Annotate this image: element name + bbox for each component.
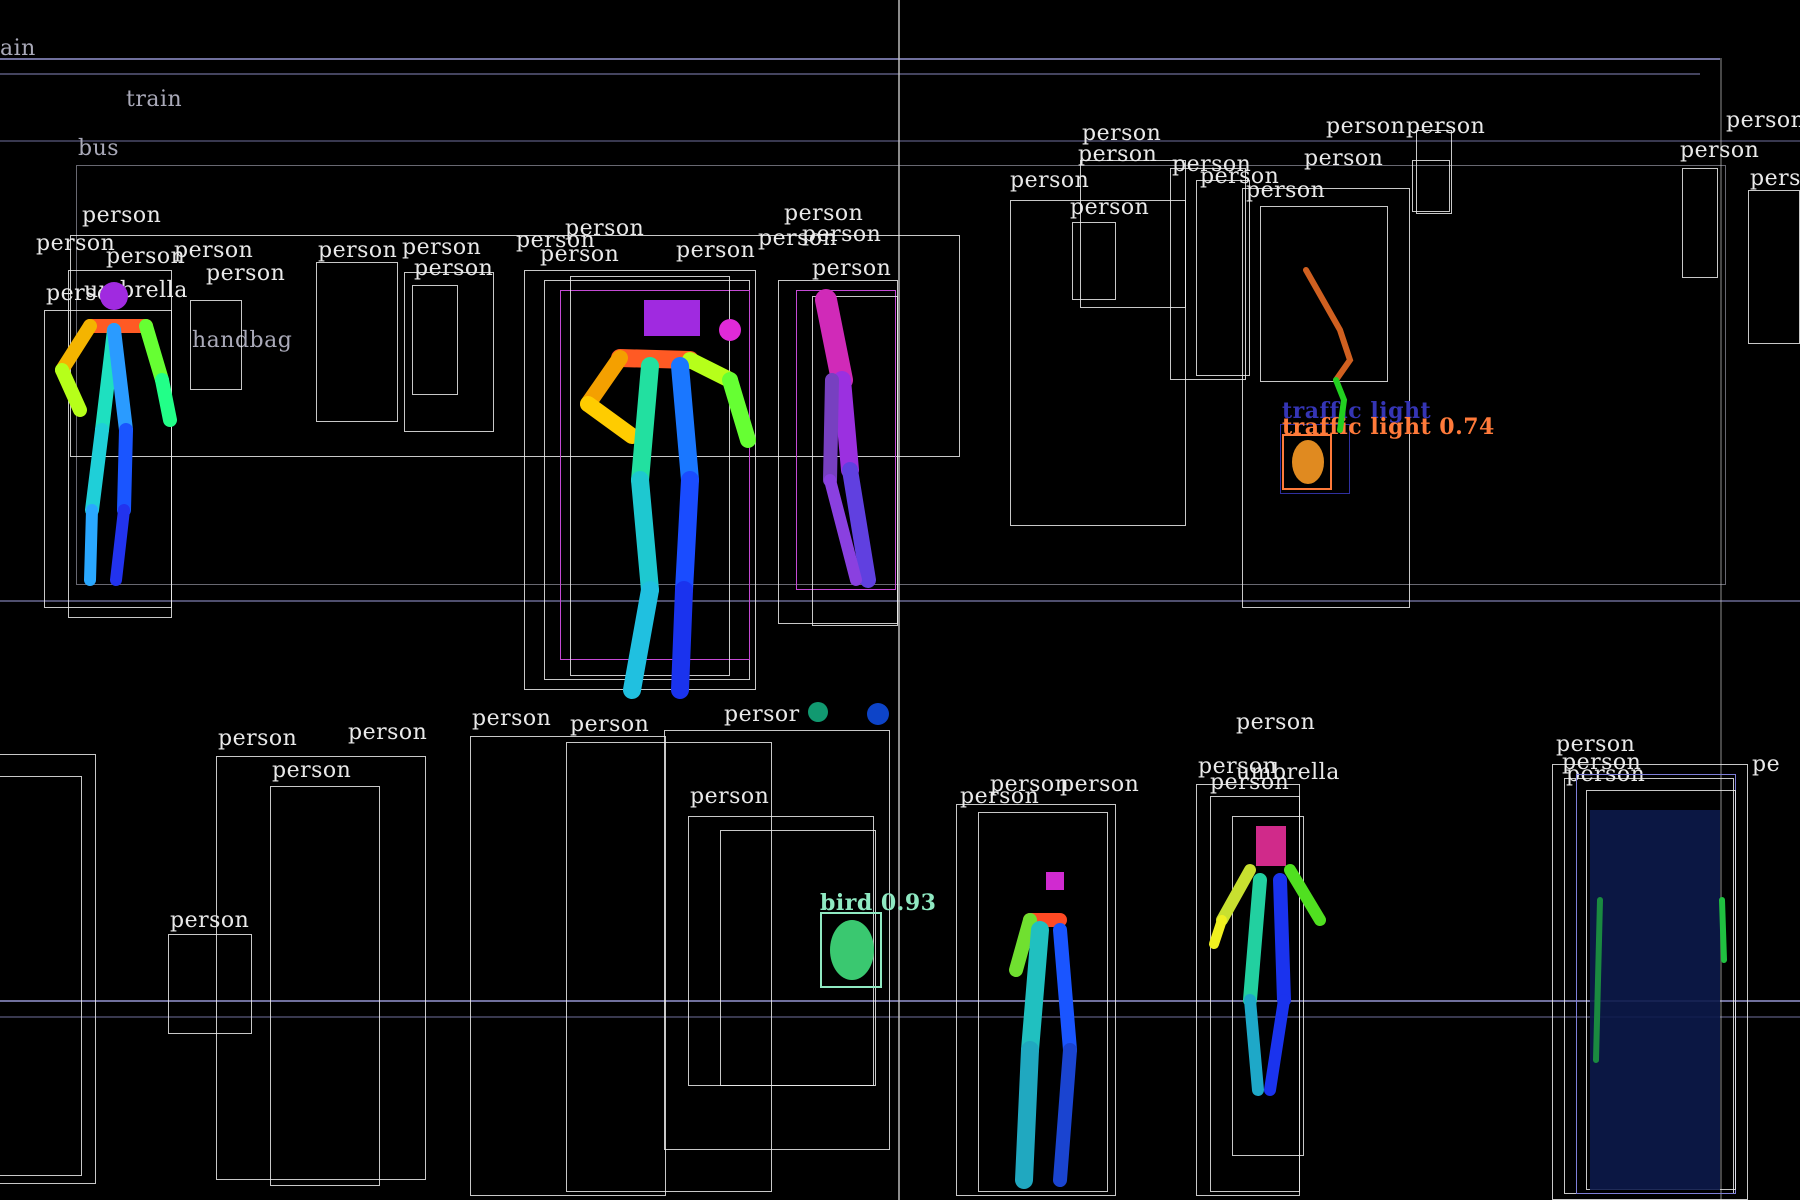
pose-skeleton-center — [580, 300, 756, 699]
bird-shape — [830, 920, 874, 980]
detection-visualization: ain train bus person person person perso… — [0, 0, 1800, 1200]
pose-skeletons — [55, 267, 1727, 1190]
pose-skeleton-lower-a — [1009, 872, 1077, 1189]
pose-skeleton-lower-c — [1590, 810, 1727, 1190]
pose-fragment-right — [1292, 267, 1354, 484]
pose-skeleton-upper-left — [55, 282, 177, 586]
pose-skeleton-magenta — [815, 289, 876, 588]
pose-skeleton-lower-b — [1209, 826, 1326, 1096]
